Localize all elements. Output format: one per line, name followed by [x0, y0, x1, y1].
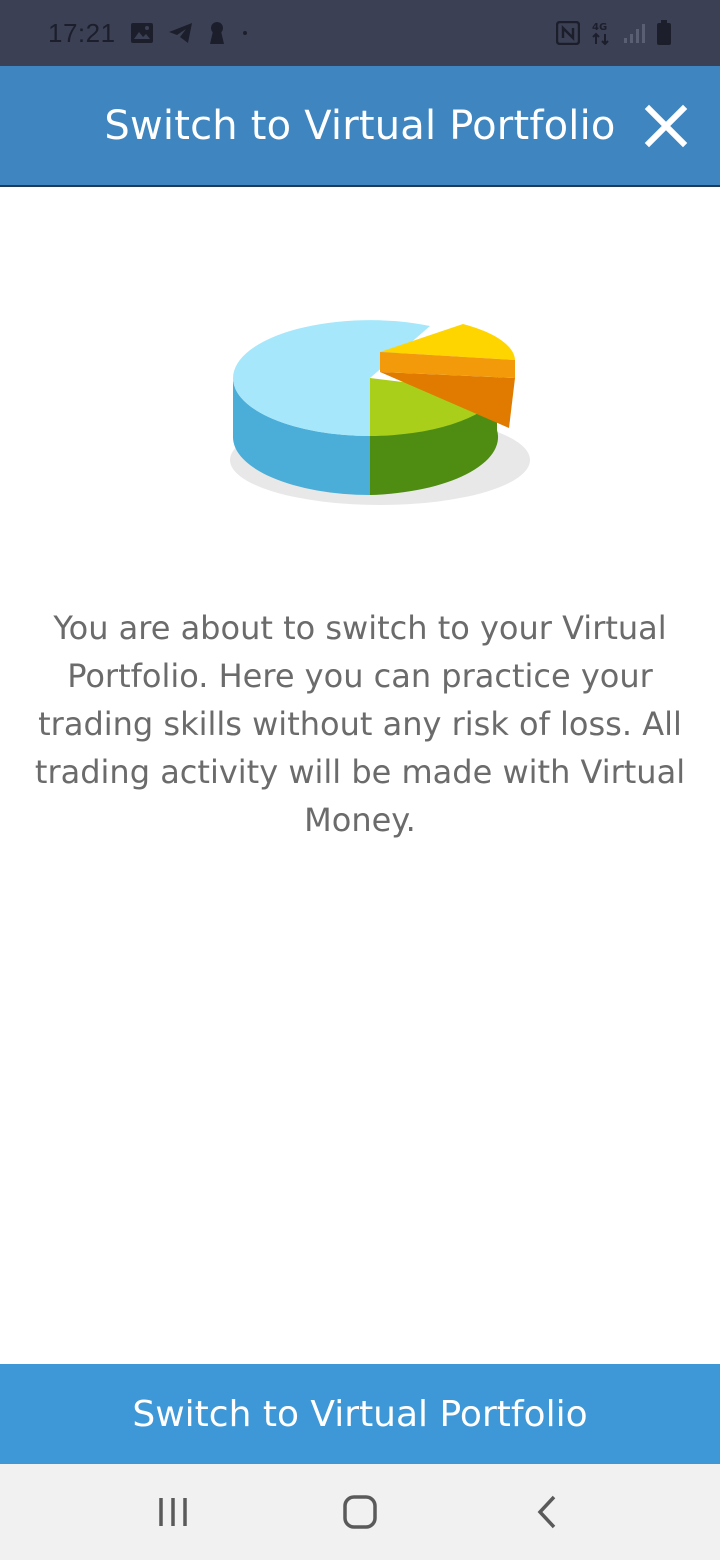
- battery-icon: [657, 20, 671, 45]
- back-icon: [537, 1495, 555, 1529]
- close-button[interactable]: [640, 100, 692, 152]
- dialog-message: You are about to switch to your Virtual …: [34, 609, 686, 839]
- telegram-icon: [168, 23, 192, 43]
- pie-chart-illustration: [225, 310, 545, 520]
- signal-icon: [624, 24, 645, 43]
- system-nav-bar: [0, 1464, 720, 1560]
- 4g-data-icon: 4G: [592, 22, 609, 46]
- status-right-icons: 4G: [556, 20, 672, 46]
- dialog-title: Switch to Virtual Portfolio: [104, 102, 616, 149]
- image-icon: [130, 23, 153, 43]
- back-button[interactable]: [517, 1482, 577, 1542]
- nfc-icon: [556, 21, 580, 45]
- switch-portfolio-button[interactable]: Switch to Virtual Portfolio: [0, 1364, 720, 1464]
- status-bar: 17:21 4G: [0, 0, 720, 66]
- dot-icon: [242, 31, 247, 35]
- home-button[interactable]: [330, 1482, 390, 1542]
- dialog-header: Switch to Virtual Portfolio: [0, 66, 720, 187]
- close-icon: [644, 104, 688, 148]
- status-time: 17:21: [48, 17, 116, 48]
- recent-apps-button[interactable]: [143, 1482, 203, 1542]
- recent-apps-icon: [159, 1498, 188, 1526]
- keyhole-icon: [209, 22, 224, 44]
- home-icon: [343, 1495, 377, 1529]
- network-label: 4G: [592, 22, 607, 33]
- status-left-icons: [130, 21, 250, 45]
